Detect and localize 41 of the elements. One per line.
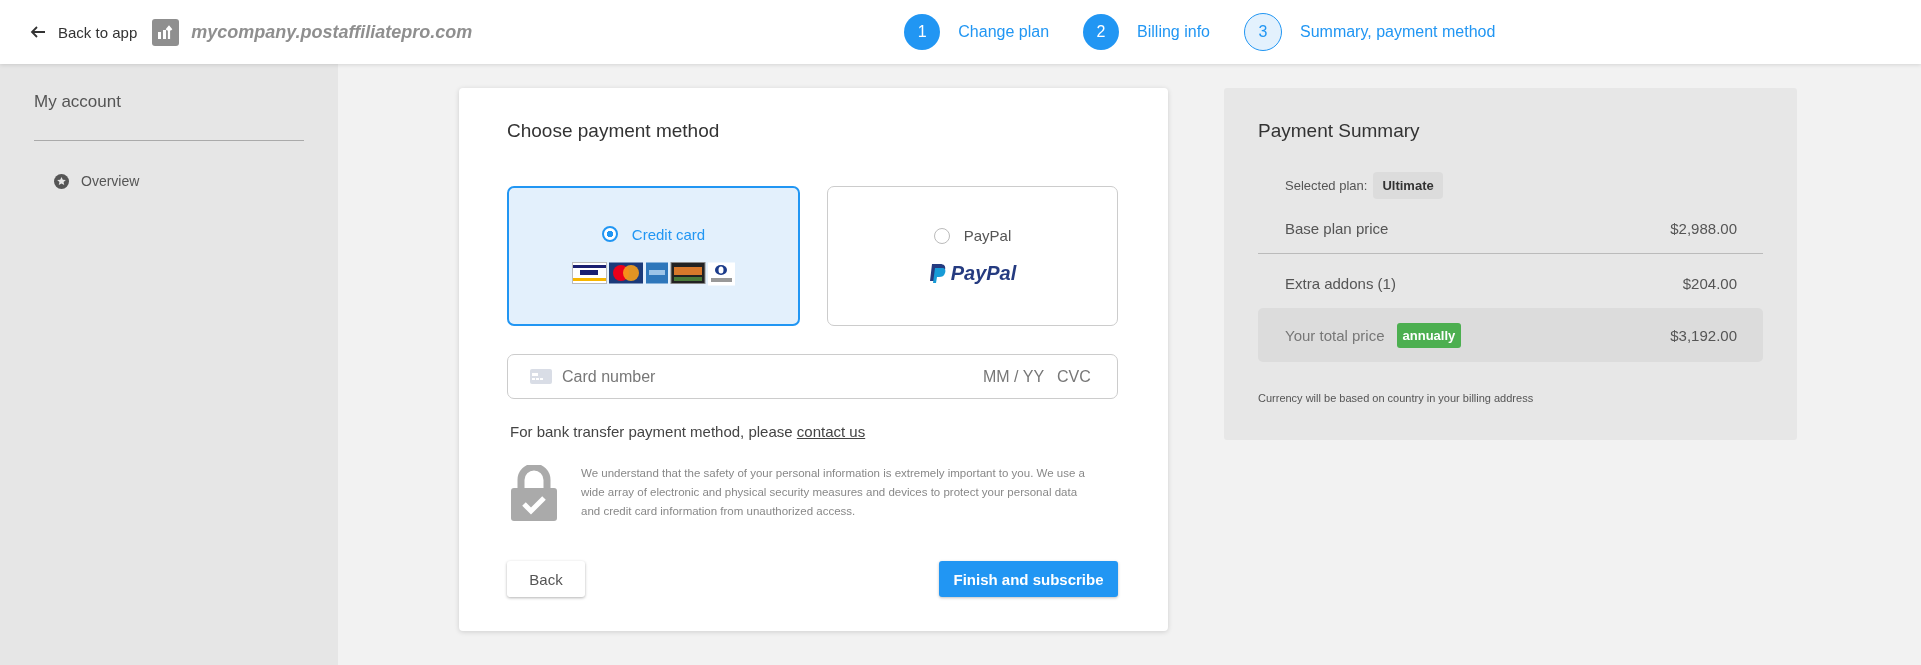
step-link[interactable]: Billing info bbox=[1137, 23, 1210, 41]
sidebar-item[interactable]: Overview bbox=[54, 173, 304, 189]
plan-badge: Ultimate bbox=[1373, 172, 1443, 199]
radio-button[interactable] bbox=[601, 226, 618, 242]
expiry-field[interactable]: MM / YY bbox=[983, 367, 1047, 386]
price-label: Base plan price bbox=[1285, 220, 1389, 237]
finish-button[interactable]: Finish and subscribe bbox=[939, 561, 1118, 597]
step-number: 3 bbox=[1244, 13, 1282, 51]
step-link[interactable]: Summary, payment method bbox=[1300, 23, 1496, 41]
paypal-logo: PayPal bbox=[928, 262, 1017, 285]
total-label: Your total price bbox=[1285, 326, 1385, 344]
credit-card-icon bbox=[530, 369, 552, 384]
price-label: Extra addons (1) bbox=[1285, 275, 1396, 292]
back-arrow-icon bbox=[30, 24, 46, 40]
period-badge: annually bbox=[1396, 322, 1462, 348]
bank-transfer-note: For bank transfer payment method, please contact us bbox=[510, 423, 867, 440]
card-number-field[interactable]: Card number bbox=[562, 367, 973, 386]
payment-title: Choose payment method bbox=[507, 120, 721, 142]
contact-link[interactable]: contact us bbox=[796, 423, 866, 440]
total-value: $3,192.00 bbox=[1670, 326, 1737, 344]
back-link[interactable]: Back to app bbox=[30, 23, 138, 41]
step-link[interactable]: Change plan bbox=[958, 23, 1050, 41]
summary-title: Payment Summary bbox=[1258, 120, 1421, 142]
security-note: We understand that the safety of your personal information is extremely important to you. We use a wide array of electronic and physical security measures and devices to protect your personal data and credit card information from unauthorized access. bbox=[581, 466, 1086, 519]
card-details-field[interactable]: Card number MM / YY CVC bbox=[507, 354, 1118, 399]
payment-option[interactable]: PayPal PayPal bbox=[827, 186, 1118, 326]
radio-button[interactable] bbox=[933, 227, 950, 244]
step-number: 1 bbox=[904, 14, 941, 50]
sidebar-title: My account bbox=[34, 92, 122, 112]
cvc-field[interactable]: CVC bbox=[1057, 367, 1095, 386]
price-value: $2,988.00 bbox=[1670, 220, 1737, 237]
currency-note: Currency will be based on country in your billing address bbox=[1258, 392, 1535, 404]
card-logos-icon bbox=[571, 260, 736, 287]
padlock-icon bbox=[511, 464, 557, 521]
site-name: mycompany.postaffiliatepro.com bbox=[191, 21, 473, 43]
back-button[interactable]: Back bbox=[507, 561, 585, 597]
paypal-mark-icon bbox=[928, 262, 947, 285]
step-number: 2 bbox=[1083, 14, 1120, 50]
chart-logo-icon bbox=[152, 18, 180, 46]
price-value: $204.00 bbox=[1682, 275, 1737, 292]
plan-label: Selected plan: bbox=[1285, 178, 1368, 193]
